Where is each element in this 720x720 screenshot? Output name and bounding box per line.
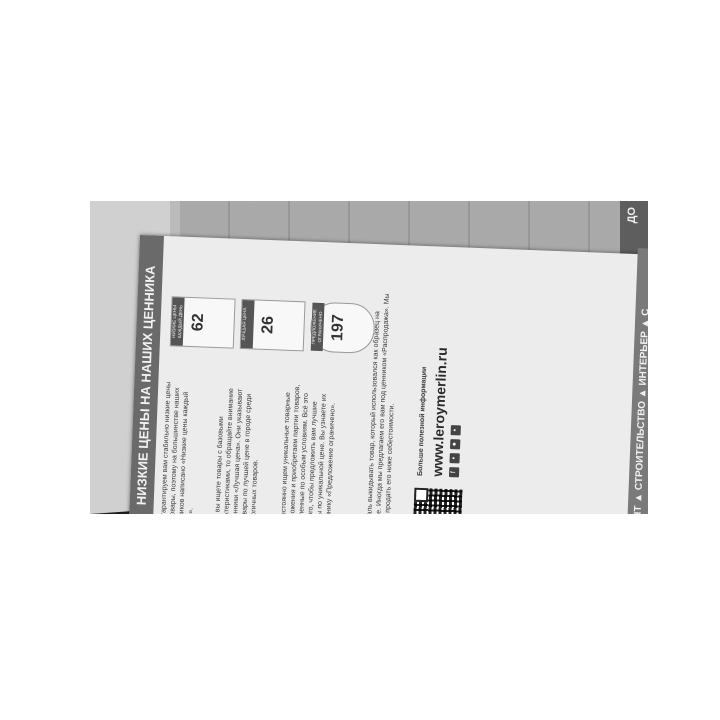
price-label-2: ЛУЧШАЯ ЦЕНА xyxy=(240,299,255,349)
flyer-page: НИЗКИЕ ЦЕНЫ НА НАШИХ ЦЕННИКА Мы гарантир… xyxy=(128,235,648,514)
best-price-paragraph: Если вы ищете товары с базовыми характер… xyxy=(213,388,260,514)
social-icon-1: f xyxy=(448,467,460,478)
price-value-1: 62 xyxy=(189,313,208,332)
flyer-sheet: НИЗКИЕ ЦЕНЫ НА НАШИХ ЦЕННИКА Мы гарантир… xyxy=(128,235,648,514)
social-icon-2: ▪ xyxy=(449,453,460,464)
more-info-label: Больше полезной информации xyxy=(416,366,429,477)
qr-code xyxy=(412,487,463,514)
qr-corner-tr xyxy=(413,487,429,503)
flyer-footer: РЕМОНТ ▲ СТРОИТЕЛЬСТВО ▲ ИНТЕРЬЕР ▲ С xyxy=(626,248,648,514)
price-value-3: 197 xyxy=(329,314,348,342)
side-tab-text: ДО xyxy=(626,207,638,224)
price-card-2: ЛУЧШАЯ ЦЕНА 26 xyxy=(239,298,306,352)
photo: ДО НИЗКИЕ ЦЕНЫ НА НАШИХ ЦЕННИКА Мы гаран… xyxy=(90,201,648,514)
social-icon-4: ▪ xyxy=(450,425,461,436)
social-icon-3: ● xyxy=(450,439,461,450)
intro-paragraph: Мы гарантируем вам стабильно низкие цены… xyxy=(160,381,195,514)
unique-paragraph: Мы постоянно ищем уникальные товарные пр… xyxy=(279,384,337,514)
price-card-3: ПРЕДЛОЖЕНИЕ ОГРАНИЧЕНО 197 xyxy=(309,301,376,355)
price-label-1: НИЗКИЕ ЦЕНЫ КАЖДЫЙ ДЕНЬ xyxy=(170,297,185,346)
price-card-1: НИЗКИЕ ЦЕНЫ КАЖДЫЙ ДЕНЬ 62 xyxy=(169,296,236,349)
website-url: www.leroymerlin.ru xyxy=(428,346,450,477)
price-value-2: 26 xyxy=(259,315,277,335)
price-label-3: ПРЕДЛОЖЕНИЕ ОГРАНИЧЕНО xyxy=(310,302,325,352)
